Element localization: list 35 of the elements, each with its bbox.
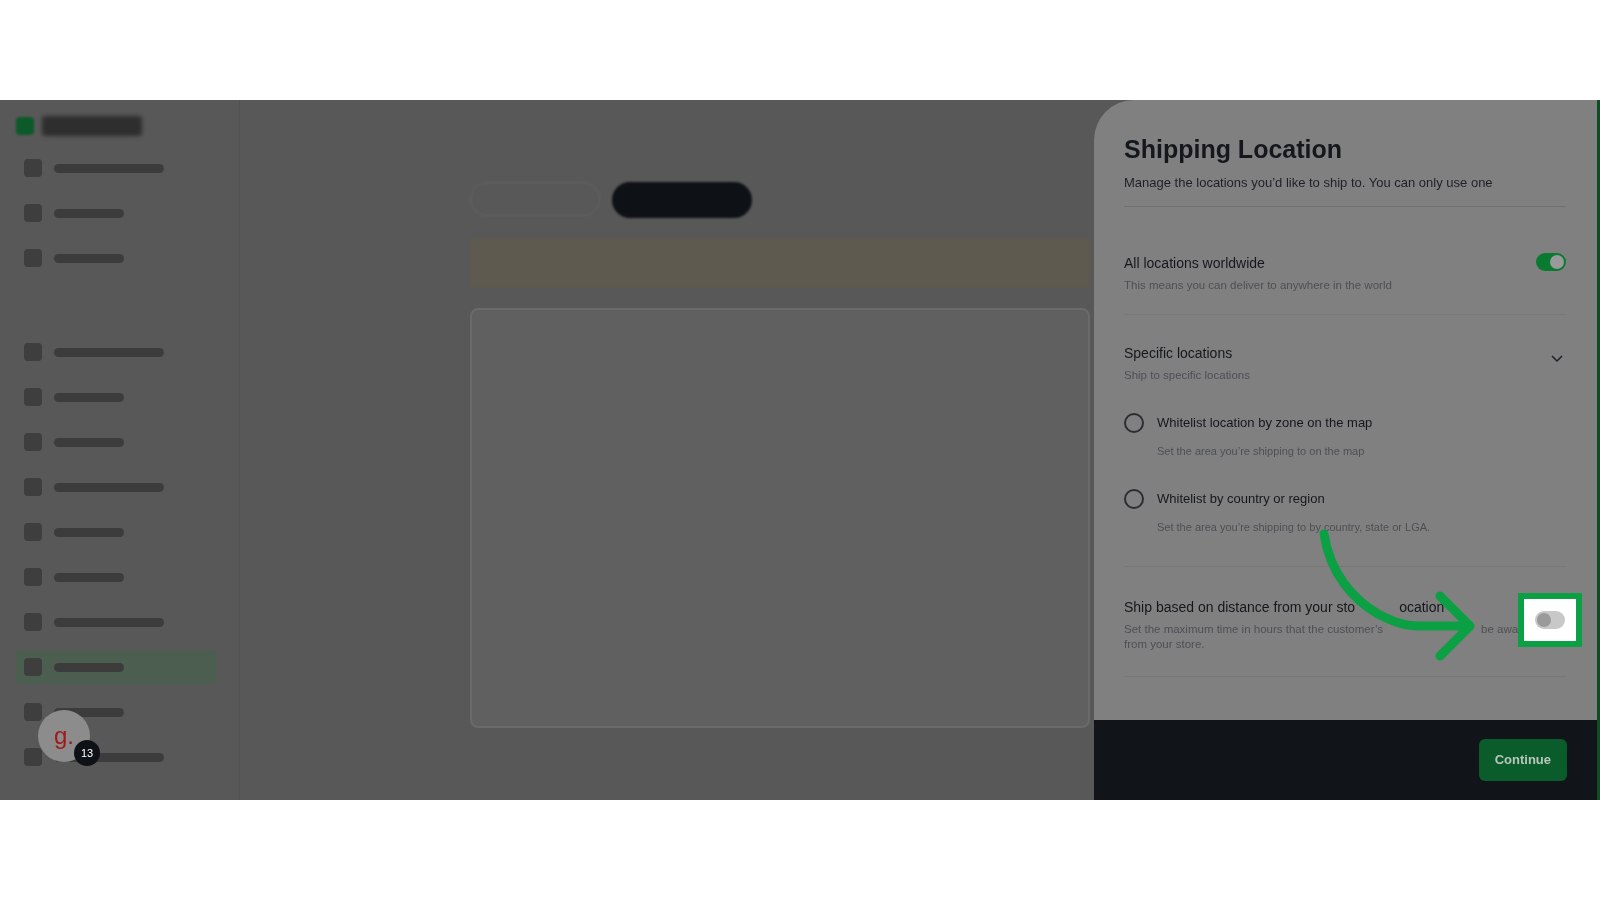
blurred-icon bbox=[24, 478, 42, 496]
radio-button[interactable] bbox=[1124, 489, 1144, 510]
blurred-text bbox=[54, 527, 124, 537]
blurred-icon bbox=[24, 433, 42, 451]
blurred-text bbox=[54, 392, 124, 402]
panel-title: Shipping Location bbox=[1124, 134, 1344, 165]
choice-label: Whitelist location by zone on the map bbox=[1157, 413, 1373, 432]
blurred-icon bbox=[24, 204, 42, 222]
toggle-switch[interactable] bbox=[1536, 252, 1566, 271]
blurred-text bbox=[54, 662, 124, 672]
choice-label: Whitelist by country or region bbox=[1157, 490, 1326, 509]
blurred-icon bbox=[24, 249, 42, 267]
radio-button[interactable] bbox=[1124, 412, 1144, 433]
toggle-switch[interactable] bbox=[1535, 610, 1566, 629]
blurred-icon bbox=[24, 748, 42, 766]
blurred-icon bbox=[24, 613, 42, 631]
blurred-text bbox=[54, 208, 124, 218]
option-title: ocation bbox=[1399, 597, 1445, 617]
blurred-icon bbox=[24, 523, 42, 541]
option-title: Ship based on distance from your sto bbox=[1124, 597, 1356, 617]
panel-description: Manage the locations you’d like to ship to. You can only use one bbox=[1124, 174, 1494, 193]
blurred-icon bbox=[24, 568, 42, 586]
blurred-icon bbox=[24, 703, 42, 721]
blurred-icon bbox=[24, 658, 42, 676]
blurred-text bbox=[54, 437, 124, 447]
blurred-text bbox=[54, 253, 124, 263]
blurred-icon bbox=[24, 159, 42, 177]
option-title: All locations worldwide bbox=[1124, 253, 1266, 273]
continue-button[interactable]: Continue bbox=[1478, 739, 1567, 781]
blurred-icon bbox=[24, 343, 42, 361]
blurred-icon bbox=[24, 388, 42, 406]
blurred-text bbox=[54, 572, 124, 582]
option-title: Specific locations bbox=[1124, 343, 1234, 363]
logo-icon bbox=[16, 117, 34, 135]
notification-badge: 13 bbox=[74, 740, 100, 766]
